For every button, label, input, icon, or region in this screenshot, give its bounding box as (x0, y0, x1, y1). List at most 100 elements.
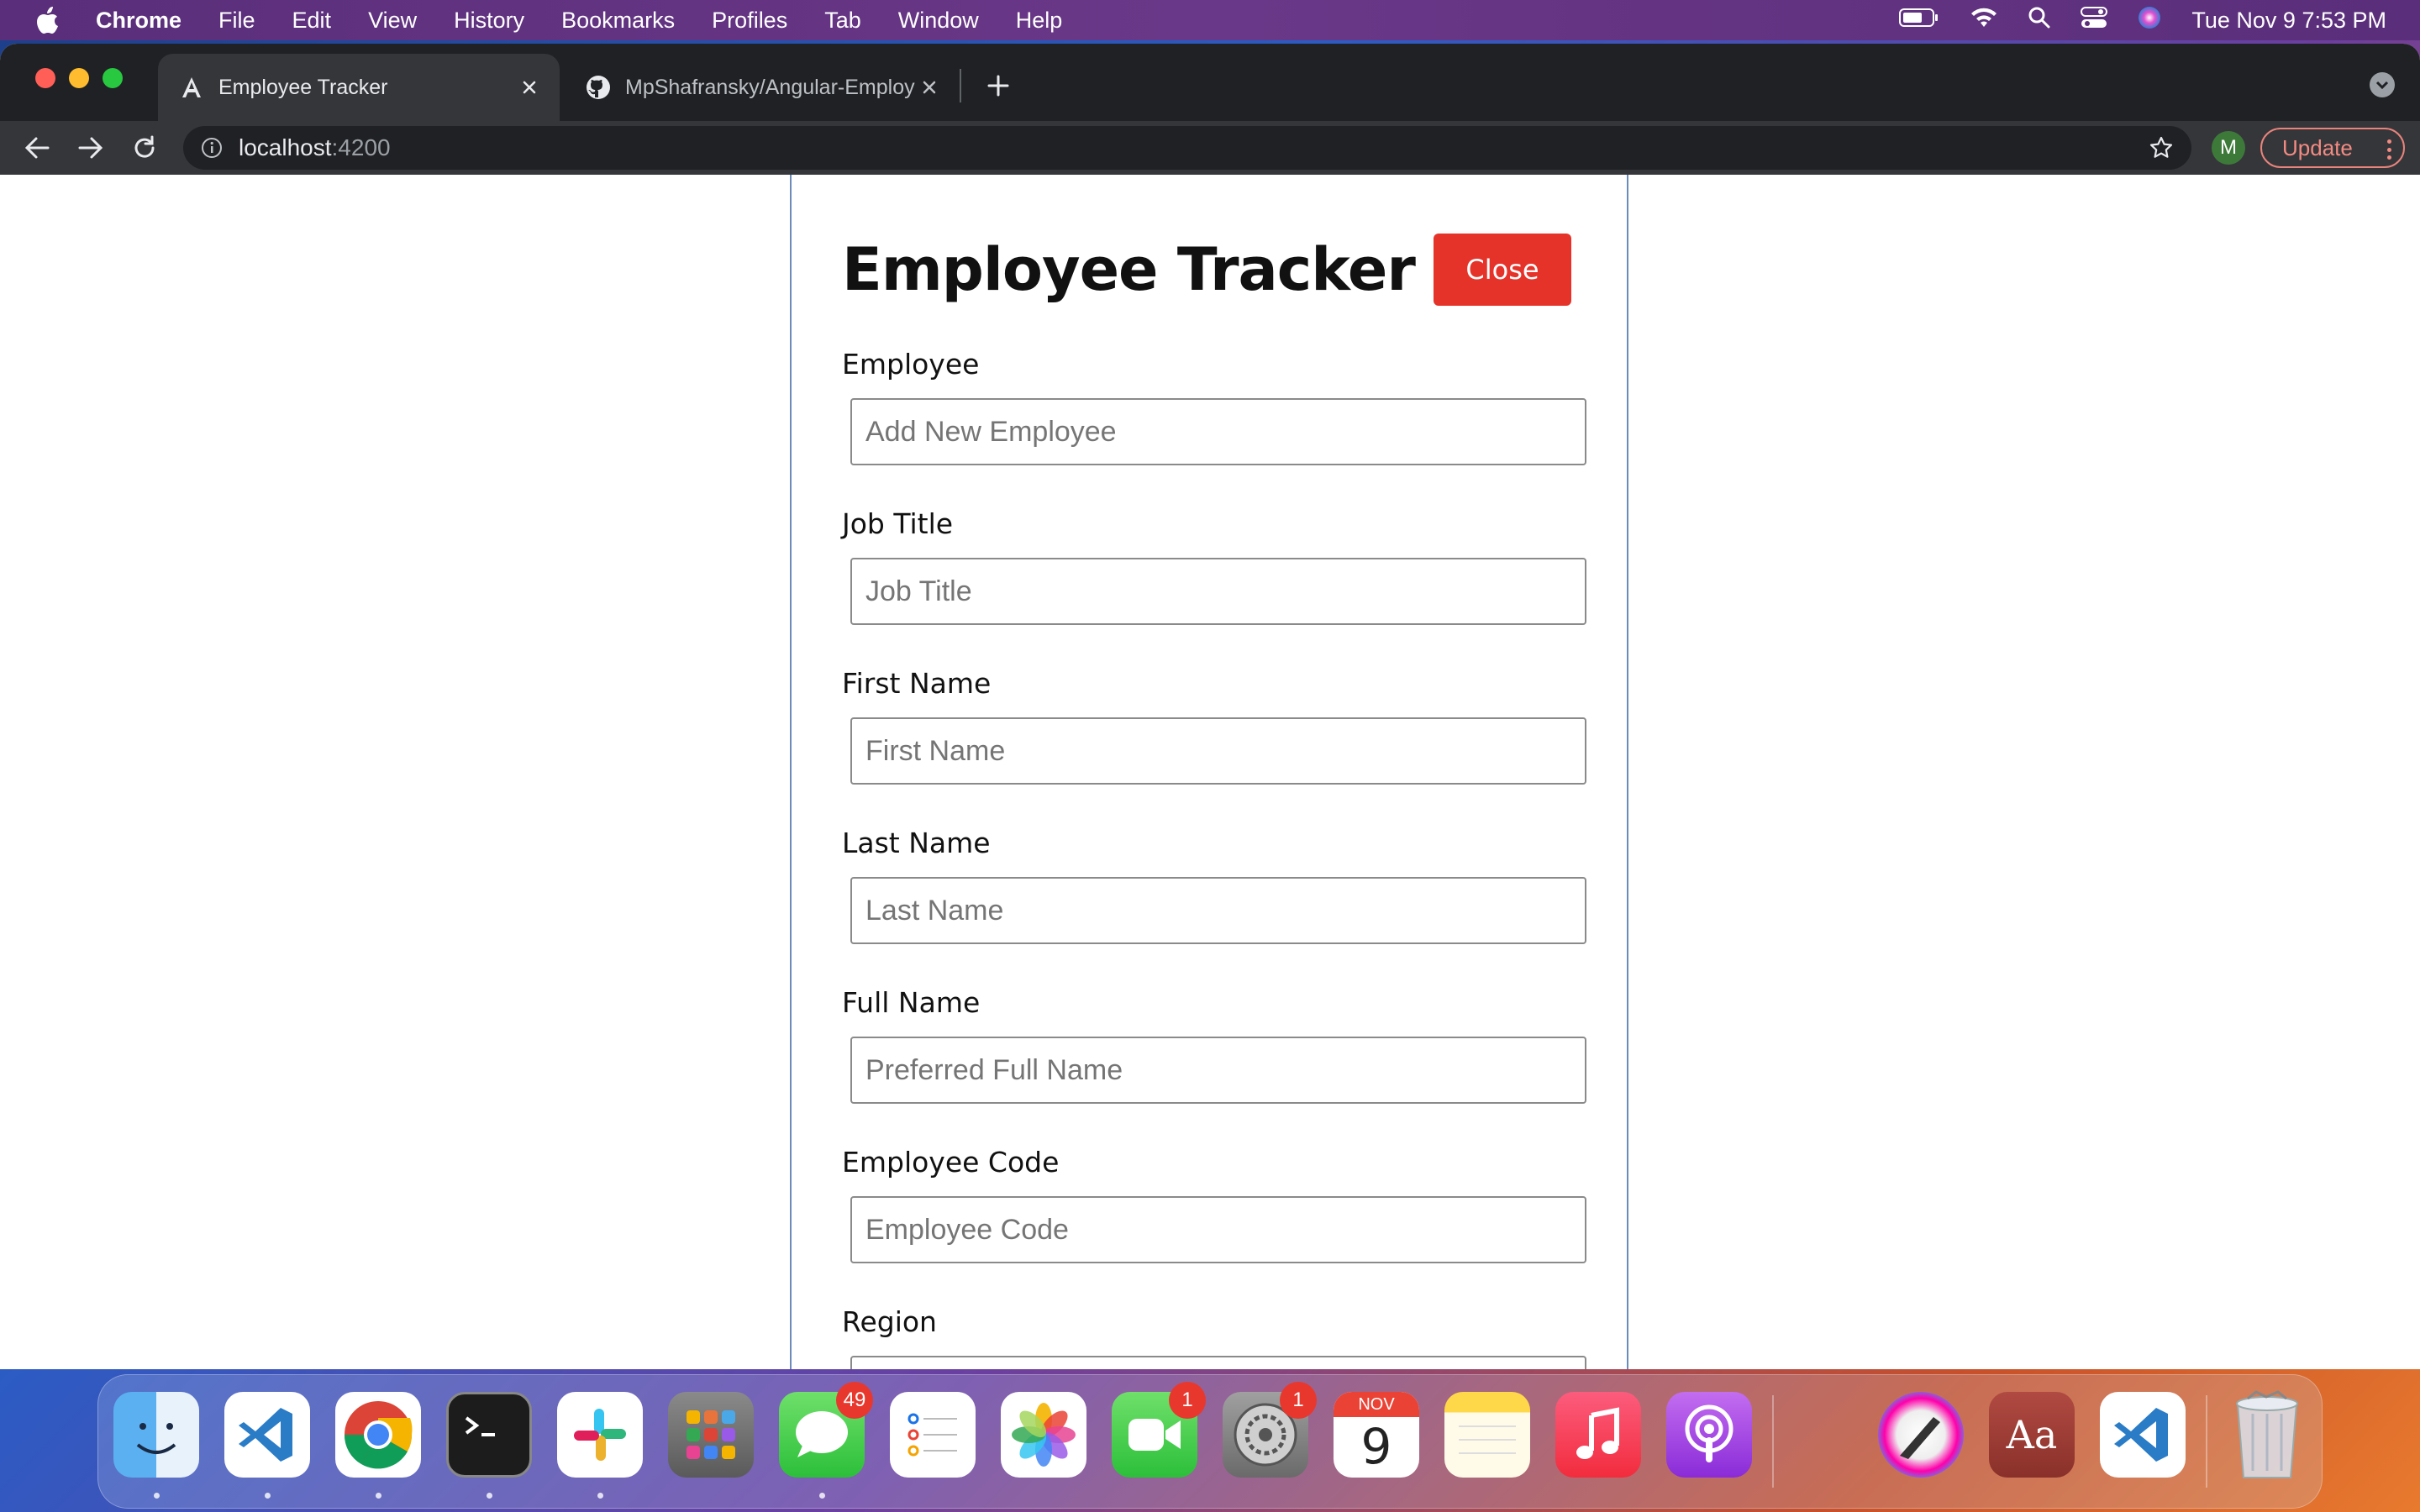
last-name-input[interactable] (850, 877, 1586, 944)
tab-close-icon[interactable] (516, 74, 543, 101)
vscode-icon[interactable] (224, 1392, 310, 1478)
full-name-input[interactable] (850, 1037, 1586, 1104)
browser-toolbar: localhost:4200 M Update (0, 121, 2420, 175)
chrome-icon[interactable] (335, 1392, 421, 1478)
running-indicator (487, 1493, 492, 1499)
update-button[interactable]: Update (2260, 128, 2405, 168)
employee-form-card: Employee Tracker Close Employee Job Titl… (790, 175, 1628, 1369)
github-icon (585, 74, 612, 101)
music-icon[interactable] (1555, 1392, 1641, 1478)
employee-label: Employee (842, 348, 980, 381)
first-name-label: First Name (842, 667, 992, 700)
vscode-icon[interactable] (2100, 1392, 2186, 1478)
running-indicator (265, 1493, 271, 1499)
menu-view[interactable]: View (368, 8, 417, 34)
tab-github[interactable]: MpShafransky/Angular-Employ (565, 54, 960, 121)
finder-icon[interactable] (113, 1392, 199, 1478)
tab-close-icon[interactable] (916, 74, 943, 101)
forward-arrow-icon[interactable] (76, 133, 106, 163)
facetime-badge: 1 (1169, 1382, 1206, 1419)
menu-bookmarks[interactable]: Bookmarks (561, 8, 675, 34)
employee-input[interactable] (850, 398, 1586, 465)
job-title-input[interactable] (850, 558, 1586, 625)
last-name-label: Last Name (842, 827, 991, 859)
tab-title: MpShafransky/Angular-Employ (625, 75, 915, 99)
settings-badge: 1 (1280, 1382, 1317, 1419)
running-indicator (376, 1493, 381, 1499)
window-minimize-button[interactable] (69, 68, 89, 88)
running-indicator (154, 1493, 160, 1499)
tab-title: Employee Tracker (218, 75, 388, 99)
calendar-icon[interactable]: NOV 9 (1334, 1392, 1419, 1478)
region-label: Region (842, 1305, 937, 1338)
control-center-icon[interactable] (2081, 6, 2108, 35)
page-title: Employee Tracker (842, 235, 1416, 304)
reload-icon[interactable] (129, 133, 160, 163)
messages-icon[interactable]: 49 (779, 1382, 873, 1478)
dock-separator (2206, 1395, 2207, 1488)
employee-code-label: Employee Code (842, 1146, 1060, 1179)
system-preferences-icon[interactable]: 1 (1223, 1382, 1317, 1478)
running-indicator (597, 1493, 603, 1499)
facetime-icon[interactable]: 1 (1112, 1382, 1206, 1478)
dock: 49 1 1 NOV 9 Aa (97, 1374, 2323, 1509)
menu-app-name[interactable]: Chrome (96, 8, 182, 34)
url-port: :4200 (331, 134, 391, 160)
calendar-day: 9 (1360, 1418, 1392, 1475)
employee-code-input[interactable] (850, 1196, 1586, 1263)
menu-file[interactable]: File (218, 8, 255, 34)
bookmark-star-icon[interactable] (2148, 134, 2175, 161)
spotlight-search-icon[interactable] (2028, 7, 2050, 34)
job-title-label: Job Title (842, 507, 954, 540)
back-arrow-icon[interactable] (22, 133, 52, 163)
update-label: Update (2282, 134, 2353, 160)
menu-window[interactable]: Window (898, 8, 979, 34)
running-indicator (819, 1493, 825, 1499)
profile-avatar[interactable]: M (2212, 131, 2245, 165)
window-close-button[interactable] (35, 68, 55, 88)
dictionary-icon[interactable]: Aa (1989, 1392, 2075, 1478)
region-input[interactable] (850, 1356, 1586, 1369)
wifi-icon[interactable] (1970, 7, 1998, 34)
tab-employee-tracker[interactable]: Employee Tracker (158, 54, 560, 121)
tab-separator (960, 69, 961, 102)
photos-icon[interactable] (1001, 1392, 1086, 1478)
apple-menu-icon[interactable] (35, 6, 60, 34)
calendar-month: NOV (1334, 1392, 1419, 1417)
url-text[interactable]: localhost:4200 (239, 134, 391, 161)
window-zoom-button[interactable] (103, 68, 123, 88)
trash-icon[interactable] (2224, 1390, 2310, 1478)
terminal-icon[interactable] (446, 1392, 532, 1478)
siri-icon[interactable] (2138, 6, 2161, 35)
full-name-label: Full Name (842, 986, 981, 1019)
messages-badge: 49 (836, 1382, 873, 1419)
battery-icon[interactable] (1899, 8, 1939, 34)
new-tab-plus-icon[interactable] (985, 72, 1012, 99)
menu-history[interactable]: History (454, 8, 524, 34)
address-bar[interactable]: localhost:4200 (183, 126, 2191, 170)
slack-icon[interactable] (557, 1392, 643, 1478)
dock-separator (1772, 1395, 1774, 1488)
url-host: localhost (239, 134, 332, 160)
menu-profiles[interactable]: Profiles (712, 8, 787, 34)
page-viewport: Employee Tracker Close Employee Job Titl… (0, 175, 2420, 1369)
menu-tab[interactable]: Tab (824, 8, 861, 34)
first-name-input[interactable] (850, 717, 1586, 785)
site-info-icon[interactable] (200, 136, 224, 160)
reminders-icon[interactable] (890, 1392, 976, 1478)
chrome-window: Employee Tracker MpShafransky/Angular-Em… (0, 44, 2420, 1369)
dictionary-label: Aa (2006, 1412, 2058, 1457)
tab-strip: Employee Tracker MpShafransky/Angular-Em… (0, 44, 2420, 121)
tab-search-chevron-icon[interactable] (2370, 72, 2395, 97)
menu-clock[interactable]: Tue Nov 9 7:53 PM (2191, 8, 2386, 34)
sketchbook-icon[interactable] (1878, 1392, 1964, 1478)
menu-bar: Chrome File Edit View History Bookmarks … (0, 0, 2420, 40)
close-button[interactable]: Close (1434, 234, 1571, 306)
menu-edit[interactable]: Edit (292, 8, 332, 34)
more-menu-icon[interactable] (2386, 139, 2391, 160)
angular-icon (178, 74, 205, 101)
podcasts-icon[interactable] (1666, 1392, 1752, 1478)
menu-help[interactable]: Help (1016, 8, 1063, 34)
notes-icon[interactable] (1444, 1392, 1530, 1478)
launchpad-icon[interactable] (668, 1392, 754, 1478)
